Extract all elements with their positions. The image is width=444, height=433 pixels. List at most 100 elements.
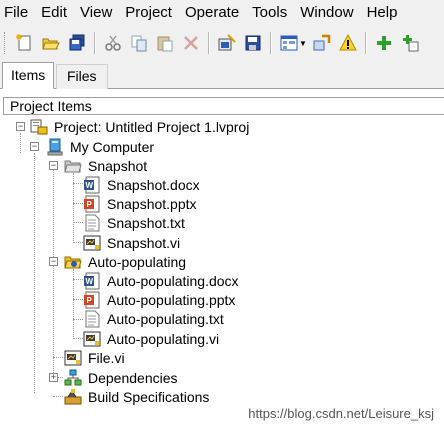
tree-connector — [73, 338, 83, 339]
collapse-toggle[interactable]: − — [16, 122, 25, 131]
tree-item-file[interactable]: Snapshot.vi — [83, 233, 180, 252]
toolbar-grip[interactable] — [4, 32, 8, 54]
add-folder-icon[interactable] — [399, 32, 421, 54]
menu-operate[interactable]: Operate — [180, 0, 247, 26]
tree-connector — [73, 242, 83, 243]
tree-connector — [73, 279, 83, 280]
menu-edit[interactable]: Edit — [36, 0, 75, 26]
save-icon[interactable] — [242, 32, 264, 54]
tree-item-file[interactable]: File.vi — [64, 348, 125, 367]
tree-item-label: Auto-populating.pptx — [107, 291, 236, 308]
tree-item-label: File.vi — [88, 349, 125, 366]
tree-item-autopopulating-folder[interactable]: Auto-populating — [64, 252, 186, 271]
tree-item-label: Snapshot — [88, 157, 148, 174]
svg-text:P: P — [87, 296, 93, 305]
tree-item-label: Snapshot.txt — [107, 214, 185, 231]
paste-icon[interactable] — [154, 32, 176, 54]
menu-view[interactable]: View — [75, 0, 120, 26]
tree-item-snapshot-folder[interactable]: Snapshot — [64, 156, 147, 175]
tab-items[interactable]: Items — [2, 62, 55, 89]
tree-item-label: Snapshot.pptx — [107, 195, 197, 212]
project-tree: − − − − + Project: Untitled Project 1.lv… — [0, 115, 444, 433]
tree-item-file[interactable]: P Auto-populating.pptx — [83, 290, 235, 309]
tab-strip: Items Files — [0, 60, 444, 89]
tree-item-file[interactable]: W Snapshot.docx — [83, 175, 200, 194]
tab-files[interactable]: Files — [56, 64, 108, 89]
menu-help[interactable]: Help — [362, 0, 406, 26]
properties-icon[interactable] — [311, 32, 333, 54]
computer-icon — [46, 138, 64, 156]
new-icon[interactable] — [14, 32, 36, 54]
tree-connector — [73, 183, 83, 184]
menu-window[interactable]: Window — [295, 0, 361, 26]
word-doc-icon: W — [83, 176, 101, 194]
tree-connector — [73, 319, 83, 320]
text-file-icon — [83, 310, 101, 328]
tree-item-file[interactable]: Auto-populating.txt — [83, 309, 224, 328]
menu-file[interactable]: File — [0, 0, 36, 26]
expand-toggle[interactable]: + — [49, 373, 58, 382]
text-file-icon — [83, 214, 101, 232]
powerpoint-icon: P — [83, 195, 101, 213]
cut-icon[interactable] — [102, 32, 124, 54]
project-icon — [30, 118, 48, 136]
tree-item-label: Auto-populating.vi — [107, 330, 220, 347]
toolbar-separator — [364, 32, 367, 54]
tree-item-dependencies[interactable]: Dependencies — [64, 368, 178, 387]
tree-connector — [20, 133, 21, 153]
collapse-toggle[interactable]: − — [49, 161, 58, 170]
tree-item-my-computer[interactable]: My Computer — [46, 137, 154, 156]
watermark-text: https://blog.csdn.net/Leisure_ksj — [248, 406, 434, 421]
menu-bar: File Edit View Project Operate Tools Win… — [0, 0, 444, 26]
toolbar-separator — [94, 32, 96, 54]
tree-item-file[interactable]: Auto-populating.vi — [83, 329, 219, 348]
collapse-toggle[interactable]: − — [30, 142, 39, 151]
vi-icon — [64, 349, 82, 367]
tree-item-file[interactable]: Snapshot.txt — [83, 213, 185, 232]
tree-connector — [73, 222, 83, 223]
vi-icon — [83, 330, 101, 348]
dependencies-icon — [64, 369, 82, 387]
tree-connector — [53, 357, 63, 358]
tree-item-label: Project: Untitled Project 1.lvproj — [54, 118, 250, 135]
tree-item-build-specifications[interactable]: Build Specifications — [64, 387, 209, 406]
tree-item-label: My Computer — [70, 138, 155, 155]
add-icon[interactable] — [373, 32, 395, 54]
collapse-toggle[interactable]: − — [49, 257, 58, 266]
tree-item-label: Snapshot.vi — [107, 234, 181, 251]
delete-icon[interactable] — [180, 32, 202, 54]
svg-text:W: W — [86, 181, 94, 190]
tree-item-label: Build Specifications — [88, 388, 210, 405]
toolbar: ▼ — [0, 27, 444, 59]
open-icon[interactable] — [40, 32, 62, 54]
word-doc-icon: W — [83, 272, 101, 290]
tree-item-file[interactable]: P Snapshot.pptx — [83, 194, 197, 213]
tree-item-label: Auto-populating.txt — [107, 310, 224, 327]
tree-connector — [73, 299, 83, 300]
copy-icon[interactable] — [128, 32, 150, 54]
project-items-panel: Project Items − − − − + Project: Untitle… — [0, 89, 444, 433]
chevron-down-icon[interactable]: ▼ — [299, 39, 307, 48]
menu-tools[interactable]: Tools — [247, 0, 295, 26]
save-all-icon[interactable] — [66, 32, 88, 54]
warning-icon[interactable] — [337, 32, 359, 54]
tree-item-label: Auto-populating — [88, 253, 187, 270]
build-icon[interactable] — [216, 32, 238, 54]
toolbar-separator — [208, 32, 210, 54]
svg-text:P: P — [87, 200, 93, 209]
tree-connector — [53, 396, 63, 397]
autopopulating-folder-icon — [64, 253, 82, 271]
tree-item-file[interactable]: W Auto-populating.docx — [83, 271, 239, 290]
toolbar-separator — [270, 32, 272, 54]
powerpoint-icon: P — [83, 291, 101, 309]
build-specifications-icon — [64, 388, 82, 406]
tree-connector — [73, 203, 83, 204]
tree-item-project[interactable]: Project: Untitled Project 1.lvproj — [30, 117, 249, 136]
tree-item-label: Snapshot.docx — [107, 176, 200, 193]
folder-icon — [64, 157, 82, 175]
view-icon[interactable] — [278, 32, 300, 54]
tree-item-label: Auto-populating.docx — [107, 272, 239, 289]
tree-connector — [53, 163, 54, 373]
panel-header: Project Items — [3, 97, 444, 115]
menu-project[interactable]: Project — [120, 0, 180, 26]
